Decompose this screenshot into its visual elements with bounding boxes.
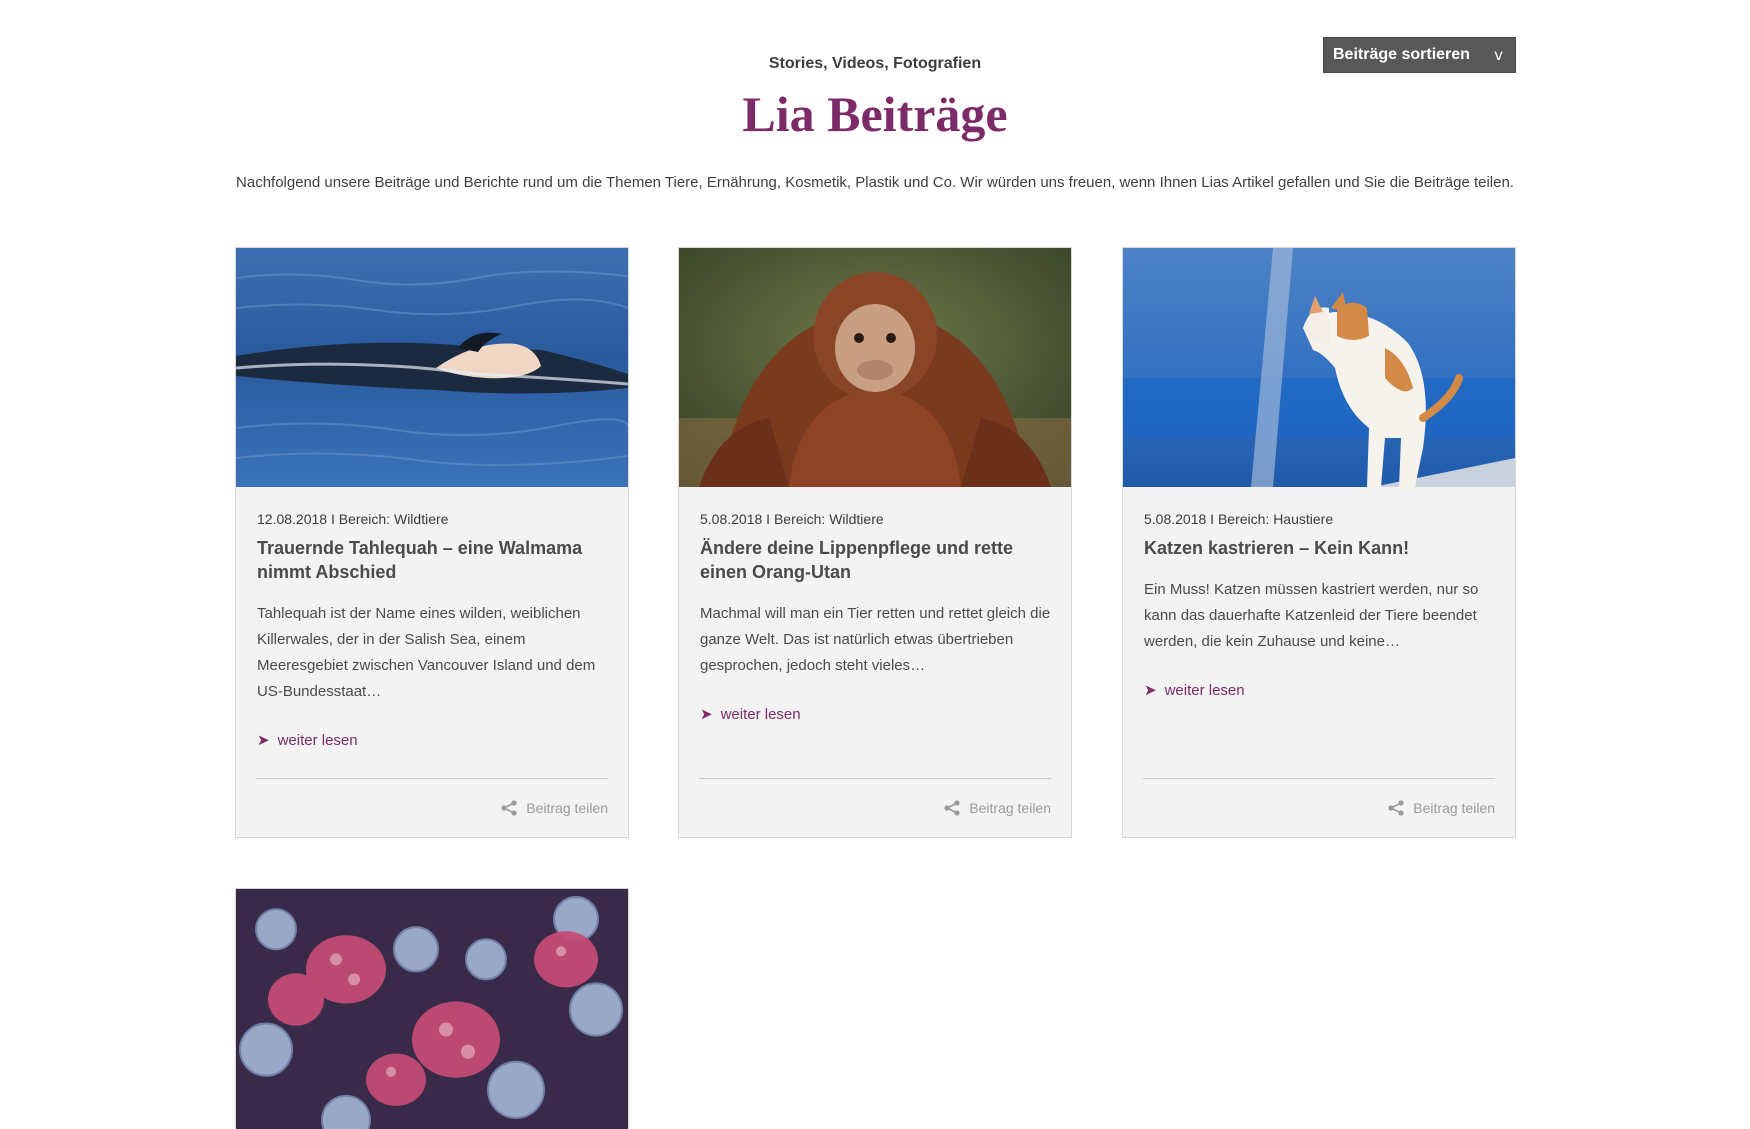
read-more-link[interactable]: ➤ weiter lesen [257,731,358,749]
post-meta: 5.08.2018 I Bereich: Haustiere [1144,511,1334,527]
orangutan-photo[interactable] [679,248,1071,487]
post-meta: 5.08.2018 I Bereich: Wildtiere [700,511,884,527]
share-button[interactable]: Beitrag teilen [500,799,608,817]
divider [1143,778,1495,779]
post-excerpt: Tahlequah ist der Name eines wilden, wei… [257,605,596,700]
post-meta: 12.08.2018 I Bereich: Wildtiere [257,511,449,527]
post-card: 5.08.2018 I Bereich: Haustiere Katzen ka… [1122,247,1516,838]
share-icon [501,800,517,816]
page-intro: Nachfolgend unsere Beiträge und Berichte… [236,174,1514,191]
read-more-link[interactable]: ➤ weiter lesen [700,705,801,723]
divider [256,778,608,779]
page-title: Lia Beiträge [742,86,1008,142]
cat-photo[interactable] [1123,248,1515,487]
share-icon [944,800,960,816]
frozen-berries-photo[interactable] [236,889,628,1129]
post-title[interactable]: Trauernde Tahlequah – eine Walmama nimmt… [257,536,609,584]
divider [699,778,1051,779]
read-more-link[interactable]: ➤ weiter lesen [1144,681,1245,699]
share-label: Beitrag teilen [969,800,1051,816]
read-more-label: weiter lesen [1164,681,1245,699]
post-card [235,888,629,1129]
post-title[interactable]: Katzen kastrieren – Kein Kann! [1144,536,1496,560]
share-button[interactable]: Beitrag teilen [1387,799,1495,817]
post-card: 12.08.2018 I Bereich: Wildtiere Trauernd… [235,247,629,838]
page-kicker: Stories, Videos, Fotografien [768,55,982,72]
orca-photo[interactable] [236,248,628,487]
post-title[interactable]: Ändere deine Lippenpflege und rette eine… [700,536,1052,584]
arrow-right-icon: ➤ [1144,681,1157,699]
post-card: 5.08.2018 I Bereich: Wildtiere Ändere de… [678,247,1072,838]
arrow-right-icon: ➤ [257,731,270,749]
share-button[interactable]: Beitrag teilen [943,799,1051,817]
share-label: Beitrag teilen [1413,800,1495,816]
read-more-label: weiter lesen [720,705,801,723]
share-label: Beitrag teilen [526,800,608,816]
arrow-right-icon: ➤ [700,705,713,723]
post-excerpt: Machmal will man ein Tier retten und ret… [700,605,1051,674]
post-excerpt: Ein Muss! Katzen müssen kastriert werden… [1144,581,1479,650]
share-icon [1388,800,1404,816]
read-more-label: weiter lesen [277,731,358,749]
